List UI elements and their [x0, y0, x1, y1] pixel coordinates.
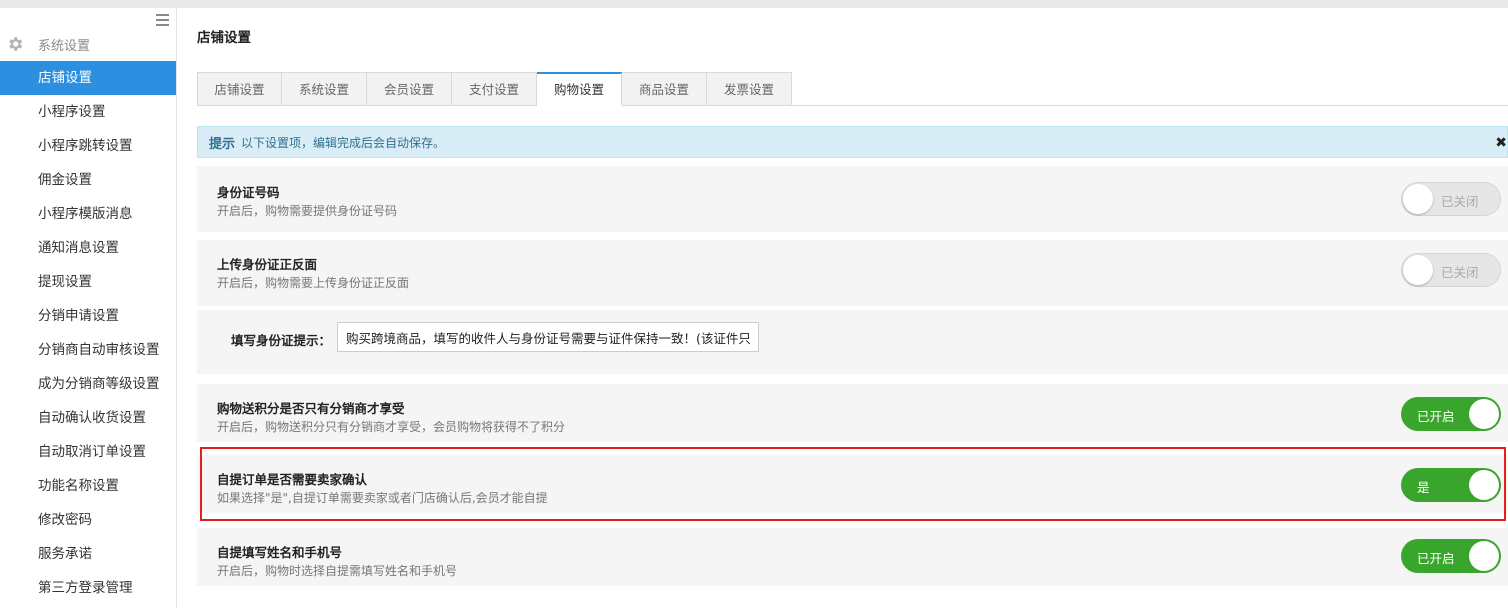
- page-title: 店铺设置: [197, 30, 251, 46]
- tab-system[interactable]: 系统设置: [282, 72, 367, 106]
- toggle-knob: [1469, 399, 1499, 429]
- setting-row-id-upload: 上传身份证正反面 开启后，购物需要上传身份证正反面 已关闭: [197, 240, 1508, 306]
- setting-title: 自提订单是否需要卖家确认: [217, 472, 368, 487]
- sidebar-section-label: 系统设置: [38, 38, 91, 54]
- sidebar-item-notification[interactable]: 通知消息设置: [0, 231, 176, 265]
- setting-title: 自提填写姓名和手机号: [217, 545, 343, 560]
- sidebar-item-commission[interactable]: 佣金设置: [0, 163, 176, 197]
- gear-icon: [9, 37, 23, 51]
- sidebar-item-miniprogram-settings[interactable]: 小程序设置: [0, 95, 176, 129]
- tab-shopping[interactable]: 购物设置: [537, 72, 622, 106]
- tab-member[interactable]: 会员设置: [367, 72, 452, 106]
- top-bar: [0, 0, 1508, 8]
- setting-desc: 开启后，购物需要上传身份证正反面: [217, 276, 410, 290]
- tip-banner: 提示 以下设置项，编辑完成后会自动保存。 ✖: [197, 126, 1508, 158]
- toggle-knob: [1403, 184, 1433, 214]
- main-content: 店铺设置 店铺设置 系统设置 会员设置 支付设置 购物设置 商品设置 发票设置 …: [197, 8, 1508, 608]
- hamburger-menu-icon[interactable]: [156, 14, 169, 26]
- toggle-state: 已开启: [1417, 551, 1455, 566]
- tab-shop[interactable]: 店铺设置: [197, 72, 282, 106]
- toggle-knob: [1469, 470, 1499, 500]
- id-hint-input[interactable]: [337, 322, 759, 352]
- setting-desc: 开启后，购物时选择自提需填写姓名和手机号: [217, 564, 458, 578]
- sidebar-item-miniprogram-jump[interactable]: 小程序跳转设置: [0, 129, 176, 163]
- id-number-toggle[interactable]: 已关闭: [1401, 182, 1501, 216]
- toggle-state: 已开启: [1417, 409, 1455, 424]
- sidebar-item-auto-confirm-receipt[interactable]: 自动确认收货设置: [0, 401, 176, 435]
- sidebar-item-template-message[interactable]: 小程序模版消息: [0, 197, 176, 231]
- tip-label: 提示: [209, 136, 236, 152]
- tab-invoice[interactable]: 发票设置: [707, 72, 792, 106]
- sidebar-item-distributor-auto-review[interactable]: 分销商自动审核设置: [0, 333, 176, 367]
- setting-row-pickup-confirm: 自提订单是否需要卖家确认 如果选择"是",自提订单需要卖家或者门店确认后,会员才…: [197, 455, 1508, 513]
- id-hint-label: 填写身份证提示：: [231, 333, 332, 348]
- toggle-state: 已关闭: [1441, 194, 1479, 209]
- setting-row-id-hint: 填写身份证提示：: [197, 310, 1508, 374]
- sidebar-item-service-promise[interactable]: 服务承诺: [0, 537, 176, 571]
- toggle-state: 已关闭: [1441, 265, 1479, 280]
- sidebar-item-shop-settings[interactable]: 店铺设置: [0, 61, 176, 95]
- pickup-contact-toggle[interactable]: 已开启: [1401, 539, 1501, 573]
- toggle-state: 是: [1417, 480, 1430, 495]
- sidebar-item-distribution-apply[interactable]: 分销申请设置: [0, 299, 176, 333]
- tab-payment[interactable]: 支付设置: [452, 72, 537, 106]
- sidebar-item-distributor-level[interactable]: 成为分销商等级设置: [0, 367, 176, 401]
- setting-title: 购物送积分是否只有分销商才享受: [217, 401, 405, 416]
- setting-desc: 开启后，购物需要提供身份证号码: [217, 204, 398, 218]
- sidebar-item-auto-cancel-order[interactable]: 自动取消订单设置: [0, 435, 176, 469]
- sidebar: 系统设置 店铺设置 小程序设置 小程序跳转设置 佣金设置 小程序模版消息 通知消…: [0, 8, 177, 608]
- sidebar-item-third-party-login[interactable]: 第三方登录管理: [0, 571, 176, 605]
- settings-tabs: 店铺设置 系统设置 会员设置 支付设置 购物设置 商品设置 发票设置: [197, 72, 1508, 106]
- points-distributor-toggle[interactable]: 已开启: [1401, 397, 1501, 431]
- sidebar-item-function-name[interactable]: 功能名称设置: [0, 469, 176, 503]
- tab-product[interactable]: 商品设置: [622, 72, 707, 106]
- setting-desc: 如果选择"是",自提订单需要卖家或者门店确认后,会员才能自提: [217, 491, 548, 505]
- setting-row-points-distributor: 购物送积分是否只有分销商才享受 开启后，购物送积分只有分销商才享受，会员购物将获…: [197, 384, 1508, 442]
- setting-desc: 开启后，购物送积分只有分销商才享受，会员购物将获得不了积分: [217, 420, 566, 434]
- sidebar-item-change-password[interactable]: 修改密码: [0, 503, 176, 537]
- tip-text: 以下设置项，编辑完成后会自动保存。: [241, 135, 446, 150]
- sidebar-item-withdraw[interactable]: 提现设置: [0, 265, 176, 299]
- setting-row-pickup-contact: 自提填写姓名和手机号 开启后，购物时选择自提需填写姓名和手机号 已开启: [197, 528, 1508, 586]
- pickup-confirm-toggle[interactable]: 是: [1401, 468, 1501, 502]
- setting-title: 上传身份证正反面: [217, 257, 318, 272]
- id-upload-toggle[interactable]: 已关闭: [1401, 253, 1501, 287]
- toggle-knob: [1469, 541, 1499, 571]
- setting-row-id-number: 身份证号码 开启后，购物需要提供身份证号码 已关闭: [197, 166, 1508, 232]
- close-icon[interactable]: ✖: [1495, 135, 1507, 151]
- setting-title: 身份证号码: [217, 185, 280, 200]
- sidebar-menu: 店铺设置 小程序设置 小程序跳转设置 佣金设置 小程序模版消息 通知消息设置 提…: [0, 61, 176, 605]
- sidebar-section-header[interactable]: 系统设置: [0, 32, 176, 56]
- toggle-knob: [1403, 255, 1433, 285]
